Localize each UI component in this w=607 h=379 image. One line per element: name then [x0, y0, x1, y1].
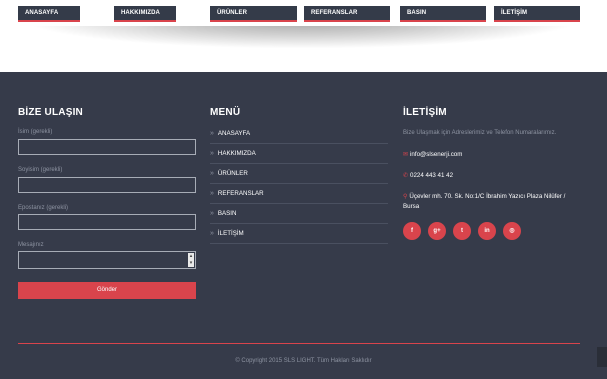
scroll-to-top-button[interactable] [597, 347, 607, 367]
envelope-icon: ✉ [403, 152, 409, 158]
footer-menu-item-referanslar[interactable]: » REFERANSLAR [210, 184, 388, 204]
contact-intro: Bize Ulaşmak için Adreslerimiz ve Telefo… [403, 130, 557, 136]
map-pin-icon: ⚲ [403, 194, 408, 200]
double-chevron-icon: » [210, 130, 214, 137]
contact-address: ⚲ Üçevler mh. 70. Sk. No:1/C İbrahim Yazı… [403, 192, 583, 211]
nav-item-urunler[interactable]: ÜRÜNLER [210, 6, 297, 22]
menu-title: MENÜ [210, 107, 241, 118]
email-label: Epostanız (gerekli) [18, 205, 69, 211]
google-plus-icon[interactable]: g+ [428, 222, 446, 240]
contact-info-title: İLETİŞİM [403, 107, 447, 118]
top-section: ANASAYFA HAKKIMIZDA ÜRÜNLER REFERANSLAR … [0, 0, 607, 72]
facebook-icon[interactable]: f [403, 222, 421, 240]
nav-item-hakkimizda[interactable]: HAKKIMIZDA [114, 6, 176, 22]
surname-label: Soyisim (gerekli) [18, 167, 63, 173]
name-input[interactable] [18, 139, 196, 155]
resize-handle-icon[interactable]: ▴ ▾ [188, 253, 194, 267]
address-line-1: Üçevler mh. 70. Sk. No:1/C İbrahim Yazıc… [409, 193, 566, 200]
footer: BİZE ULAŞIN İsim (gerekli) Soyisim (gere… [0, 72, 607, 379]
linkedin-icon[interactable]: in [478, 222, 496, 240]
nav-item-basin[interactable]: BASIN [400, 6, 486, 22]
menu-item-label: HAKKIMIZDA [217, 150, 256, 157]
surname-input[interactable] [18, 177, 196, 193]
contact-phone: ✆ 0224 443 41 42 [403, 171, 453, 181]
footer-menu-item-hakkimizda[interactable]: » HAKKIMIZDA [210, 144, 388, 164]
nav-item-label: REFERANSLAR [311, 10, 358, 16]
double-chevron-icon: » [210, 230, 214, 237]
nav-item-label: İLETİŞİM [501, 10, 528, 16]
message-label: Mesajınız [18, 242, 44, 248]
copyright-text: © Copyright 2015 SLS LIGHT. Tüm Hakları … [235, 358, 372, 364]
name-label: İsim (gerekli) [18, 129, 53, 135]
menu-item-label: REFERANSLAR [217, 190, 264, 197]
nav-item-iletisim[interactable]: İLETİŞİM [494, 6, 580, 22]
footer-menu-item-urunler[interactable]: » ÜRÜNLER [210, 164, 388, 184]
menu-item-label: ÜRÜNLER [217, 170, 248, 177]
double-chevron-icon: » [210, 170, 214, 177]
double-chevron-icon: » [210, 150, 214, 157]
double-chevron-icon: » [210, 210, 214, 217]
nav-item-label: ANASAYFA [25, 10, 59, 16]
nav-item-anasayfa[interactable]: ANASAYFA [18, 6, 80, 22]
menu-item-label: ANASAYFA [217, 130, 251, 137]
message-textarea[interactable]: ▴ ▾ [18, 251, 196, 269]
nav-item-label: ÜRÜNLER [217, 10, 248, 16]
footer-divider [18, 343, 580, 344]
contact-email-text: info@slsenerji.com [410, 151, 463, 158]
phone-icon: ✆ [403, 173, 409, 179]
footer-menu-item-basin[interactable]: » BASIN [210, 204, 388, 224]
address-line-2: Bursa [403, 203, 420, 210]
footer-menu-item-anasayfa[interactable]: » ANASAYFA [210, 124, 388, 144]
twitter-icon[interactable]: t [453, 222, 471, 240]
submit-button[interactable]: Gönder [18, 282, 196, 299]
nav-item-label: BASIN [407, 10, 427, 16]
dribbble-icon[interactable]: ◎ [503, 222, 521, 240]
contact-form-title: BİZE ULAŞIN [18, 107, 83, 118]
menu-item-label: İLETİŞİM [217, 230, 244, 237]
email-input[interactable] [18, 214, 196, 230]
menu-item-label: BASIN [217, 210, 237, 217]
nav-item-referanslar[interactable]: REFERANSLAR [304, 6, 390, 22]
nav-item-label: HAKKIMIZDA [121, 10, 160, 16]
double-chevron-icon: » [210, 190, 214, 197]
contact-phone-text: 0224 443 41 42 [410, 172, 454, 179]
footer-menu-item-iletisim[interactable]: » İLETİŞİM [210, 224, 388, 244]
contact-email[interactable]: ✉ info@slsenerji.com [403, 150, 462, 160]
